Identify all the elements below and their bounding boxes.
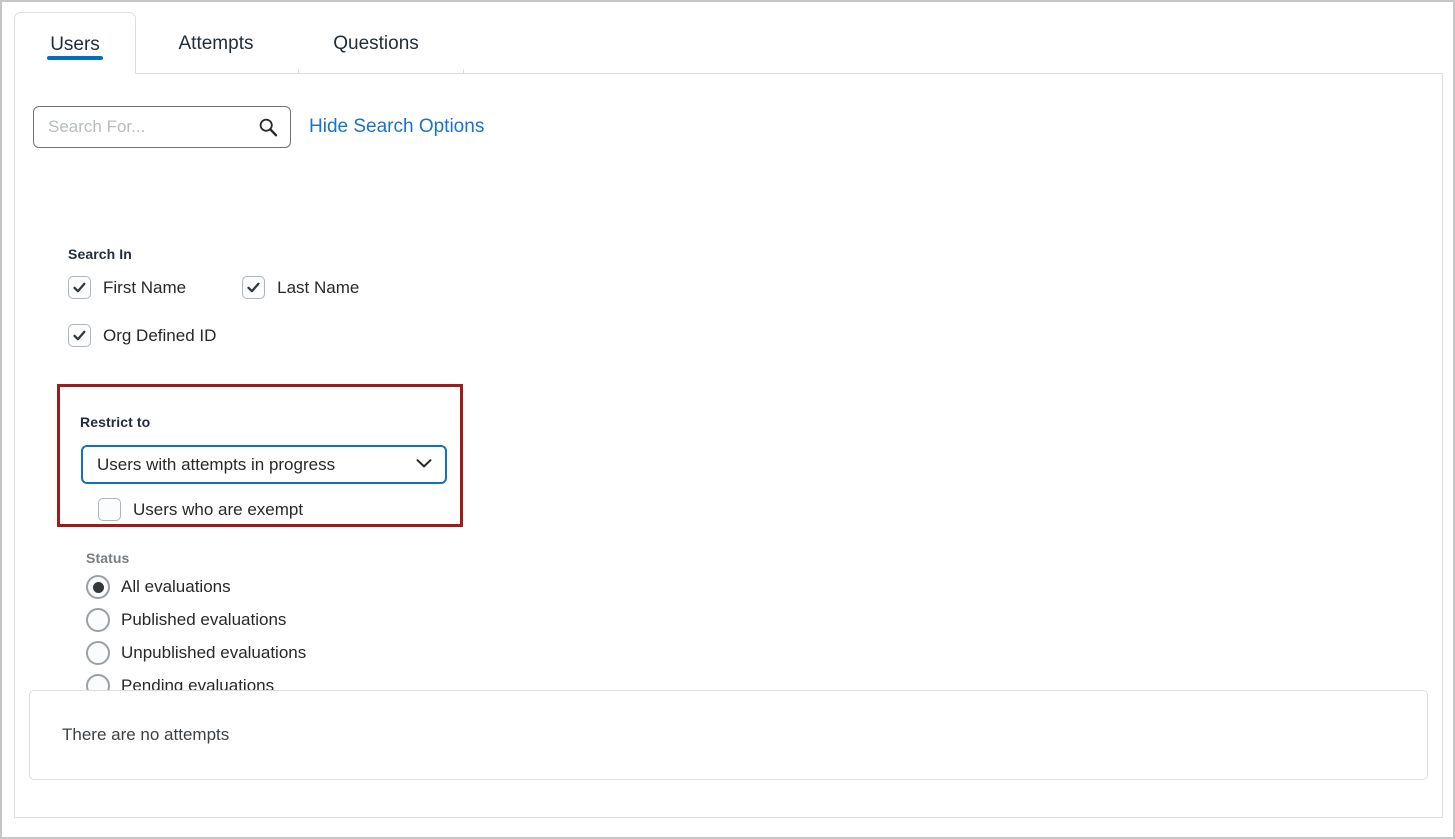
tab-questions[interactable]: Questions	[296, 12, 456, 74]
search-icon[interactable]	[258, 117, 278, 137]
chevron-down-icon	[415, 456, 433, 474]
checkbox-org-defined-id[interactable]: Org Defined ID	[68, 324, 216, 347]
checkbox-checked-icon	[242, 276, 266, 299]
results-empty-box: There are no attempts	[29, 690, 1428, 780]
radio-unselected-icon	[86, 641, 110, 665]
radio-published-evaluations[interactable]: Published evaluations	[86, 608, 306, 632]
radio-dot	[92, 581, 104, 593]
checkbox-org-defined-id-label: Org Defined ID	[103, 325, 217, 345]
search-box[interactable]	[33, 106, 291, 148]
tab-users[interactable]: Users	[14, 12, 136, 74]
results-empty-message: There are no attempts	[62, 725, 230, 744]
app-frame: Users Attempts Questions Search For... H…	[0, 0, 1455, 839]
tab-attempts-label: Attempts	[178, 33, 254, 54]
restrict-to-group-highlight: Restrict to Users with attempts in progr…	[57, 384, 463, 527]
tab-attempts[interactable]: Attempts	[136, 12, 296, 74]
checkbox-users-who-are-exempt[interactable]: Users who are exempt	[98, 498, 303, 521]
tab-separator-2	[463, 69, 464, 74]
status-label: Status	[86, 550, 130, 566]
tab-bar-rule	[136, 73, 1443, 74]
checkbox-users-who-are-exempt-label: Users who are exempt	[133, 499, 304, 519]
checkbox-checked-icon	[68, 324, 91, 347]
restrict-to-dropdown-value: Users with attempts in progress	[97, 454, 336, 474]
search-input[interactable]	[34, 107, 290, 147]
tab-bar: Users Attempts Questions	[14, 12, 1443, 74]
search-row: Hide Search Options	[33, 106, 484, 148]
radio-all-evaluations-label: All evaluations	[121, 577, 231, 596]
radio-all-evaluations[interactable]: All evaluations	[86, 575, 306, 599]
tab-active-indicator	[47, 56, 103, 60]
search-in-row-1: First Name Last Name	[68, 276, 359, 299]
radio-selected-icon	[86, 575, 110, 599]
checkbox-last-name[interactable]: Last Name	[242, 276, 359, 299]
checkbox-last-name-label: Last Name	[277, 277, 360, 297]
restrict-to-label: Restrict to	[80, 414, 151, 430]
tab-separator-1	[298, 69, 299, 74]
tab-questions-label: Questions	[333, 33, 419, 54]
checkbox-first-name[interactable]: First Name	[68, 276, 186, 299]
checkbox-checked-icon	[68, 276, 91, 299]
tab-users-label: Users	[50, 34, 100, 55]
radio-unpublished-evaluations[interactable]: Unpublished evaluations	[86, 641, 306, 665]
search-in-label: Search In	[68, 246, 132, 262]
radio-published-evaluations-label: Published evaluations	[121, 610, 287, 629]
status-group: Status All evaluations Published evaluat…	[86, 550, 306, 698]
hide-search-options-link[interactable]: Hide Search Options	[309, 116, 484, 138]
tab-panel-users: Hide Search Options Search In First Name	[14, 73, 1443, 818]
search-in-row-2: Org Defined ID	[68, 324, 359, 347]
checkbox-unchecked-icon	[98, 498, 121, 521]
restrict-to-dropdown[interactable]: Users with attempts in progress	[81, 445, 447, 484]
radio-unpublished-evaluations-label: Unpublished evaluations	[121, 643, 307, 662]
checkbox-first-name-label: First Name	[103, 277, 187, 297]
search-in-group: Search In First Name Last Name Org Defin…	[68, 246, 359, 347]
radio-unselected-icon	[86, 608, 110, 632]
